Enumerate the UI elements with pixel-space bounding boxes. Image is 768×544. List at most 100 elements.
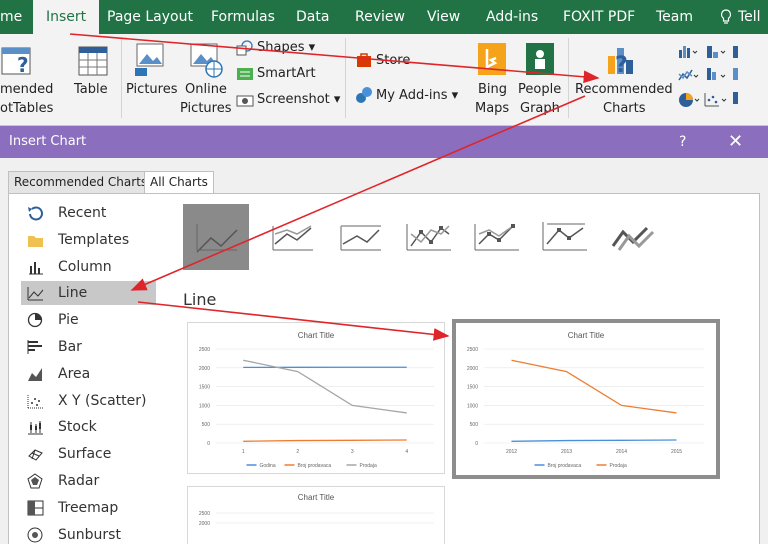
people-graph-label-2[interactable]: Graph	[520, 99, 560, 118]
tab-insert[interactable]: Insert	[33, 0, 100, 34]
tab-team[interactable]: Team	[656, 0, 693, 34]
x-tick-label: 3	[351, 449, 354, 455]
series-line-broj-prodavaca	[243, 439, 407, 442]
subtype-100-stacked-markers-thumb[interactable]	[535, 204, 601, 270]
my-addins-button[interactable]: My Add-ins ▾	[376, 86, 458, 105]
recommended-charts-icon[interactable]: ?	[605, 44, 641, 78]
legend-label: Godina	[260, 463, 276, 469]
chart-preview-3[interactable]: Chart Title 2500 2000	[187, 486, 445, 544]
treemap-icon	[27, 500, 44, 516]
tab-formulas[interactable]: Formulas	[211, 0, 275, 34]
people-graph-label-1[interactable]: People	[518, 80, 561, 99]
scatter-chart-icon	[27, 394, 43, 409]
help-button[interactable]: ?	[679, 126, 686, 158]
category-label: Recent	[58, 205, 107, 221]
tab-recommended-charts[interactable]: Recommended Charts	[8, 171, 154, 193]
chart-gallery-icons[interactable]	[677, 42, 768, 112]
bing-maps-icon[interactable]	[478, 43, 506, 75]
lightbulb-icon	[720, 9, 732, 24]
ribbon-panel: ? mended otTables Table Pictures Online …	[0, 34, 768, 126]
tab-page-layout[interactable]: Page Layout	[107, 0, 193, 34]
category-templates[interactable]: Templates	[21, 228, 156, 252]
my-addins-label: My Add-ins	[376, 88, 448, 103]
preview-2-plot: 2500 2000 1500 1000 500 0 2012 2013 2014 2015 Broj…	[467, 347, 704, 469]
screenshot-button[interactable]: Screenshot ▾	[257, 90, 340, 109]
y-tick-label: 2000	[467, 366, 478, 372]
pivot-label-1[interactable]: mended	[0, 80, 53, 99]
pivot-label-2[interactable]: otTables	[0, 99, 53, 118]
recent-icon	[28, 206, 43, 221]
stats-chart-gallery-icon	[707, 68, 726, 80]
pictures-icon[interactable]	[133, 42, 169, 78]
tell-me-box[interactable]: Tell	[738, 0, 761, 34]
subtype-stacked-line-markers-thumb[interactable]	[467, 204, 533, 270]
svg-text:?: ?	[615, 53, 628, 78]
pictures-button[interactable]: Pictures	[126, 80, 177, 99]
online-pictures-icon[interactable]	[188, 42, 224, 78]
category-sunburst[interactable]: Sunburst	[21, 523, 156, 544]
dialog-title-bar: Insert Chart ? ✕	[0, 126, 768, 158]
category-area[interactable]: Area	[21, 362, 156, 386]
store-icon	[357, 53, 371, 67]
people-graph-icon[interactable]	[526, 43, 554, 75]
subtype-100-stacked-line-thumb[interactable]	[331, 204, 397, 270]
ribbon-separator	[568, 38, 569, 118]
x-tick-label: 4	[405, 449, 408, 455]
y-tick-label: 1000	[199, 403, 210, 409]
category-x-y-scatter[interactable]: X Y (Scatter)	[21, 389, 156, 413]
legend-label: Prodaja	[610, 463, 627, 469]
recommended-charts-label-1[interactable]: Recommended	[575, 80, 673, 99]
dialog-title: Insert Chart	[9, 134, 87, 149]
category-bar[interactable]: Bar	[21, 335, 156, 359]
category-line[interactable]: Line	[21, 281, 156, 306]
category-stock[interactable]: Stock	[21, 415, 156, 439]
insert-chart-dialog: Insert Chart ? ✕ Recommended Charts All …	[0, 126, 768, 544]
table-button[interactable]: Table	[74, 80, 108, 99]
line-chart-gallery-icon	[678, 69, 699, 81]
tab-view[interactable]: View	[427, 0, 460, 34]
tab-foxit-pdf[interactable]: FOXIT PDF	[563, 0, 635, 34]
x-tick-label: 2015	[671, 449, 682, 455]
table-icon[interactable]	[78, 46, 108, 76]
preview-3-plot: 2500 2000	[199, 511, 434, 527]
category-treemap[interactable]: Treemap	[21, 496, 156, 520]
preview-1-plot: 2500 2000 1500 1000 500 0 1 2 3 4 Godina Broj proda…	[199, 347, 434, 469]
ribbon-tab-bar: me Insert Page Layout Formulas Data Revi…	[0, 0, 768, 34]
tab-all-charts[interactable]: All Charts	[144, 171, 214, 194]
subtype-line-markers-thumb[interactable]	[399, 204, 465, 270]
shapes-button[interactable]: Shapes ▾	[257, 38, 315, 57]
category-label: Bar	[58, 339, 82, 355]
category-label: Pie	[58, 312, 79, 329]
online-pictures-label-1[interactable]: Online	[185, 80, 227, 99]
bing-maps-label-1[interactable]: Bing	[478, 80, 507, 99]
bing-maps-label-2[interactable]: Maps	[475, 99, 509, 118]
category-radar[interactable]: Radar	[21, 469, 156, 493]
subtype-line-thumb[interactable]	[183, 204, 249, 270]
chart-preview-1[interactable]: Chart Title 2500 2000 1500 1000 500 0 1 2 3 4 Godi…	[187, 322, 445, 474]
store-button[interactable]: Store	[376, 51, 410, 70]
category-pie[interactable]: Pie	[21, 308, 156, 332]
tab-add-ins[interactable]: Add-ins	[486, 0, 538, 34]
x-tick-label: 2012	[506, 449, 517, 455]
category-column[interactable]: Column	[21, 255, 156, 279]
recommended-charts-label-2[interactable]: Charts	[603, 99, 646, 118]
y-tick-label: 0	[475, 441, 478, 447]
smartart-button[interactable]: SmartArt	[257, 64, 316, 83]
column-chart-icon	[29, 261, 43, 275]
tab-home[interactable]: me	[0, 0, 22, 34]
category-label: Column	[58, 258, 112, 275]
subtype-3d-line-thumb[interactable]	[603, 204, 669, 270]
tab-review[interactable]: Review	[355, 0, 405, 34]
close-button[interactable]: ✕	[728, 126, 743, 158]
subtype-stacked-line-thumb[interactable]	[263, 204, 329, 270]
tab-data[interactable]: Data	[296, 0, 329, 34]
scatter-chart-gallery-icon	[704, 93, 727, 107]
online-pictures-label-2[interactable]: Pictures	[180, 99, 231, 118]
category-recent[interactable]: Recent	[21, 201, 156, 225]
y-tick-label: 1500	[467, 385, 478, 391]
pivot-table-icon[interactable]: ?	[1, 44, 37, 78]
category-surface[interactable]: Surface	[21, 442, 156, 466]
pie-chart-icon	[27, 313, 43, 328]
screenshot-icon	[236, 95, 254, 107]
chart-preview-2[interactable]: Chart Title 2500 2000 1500 1000 500 0 2012 2013…	[452, 319, 720, 479]
